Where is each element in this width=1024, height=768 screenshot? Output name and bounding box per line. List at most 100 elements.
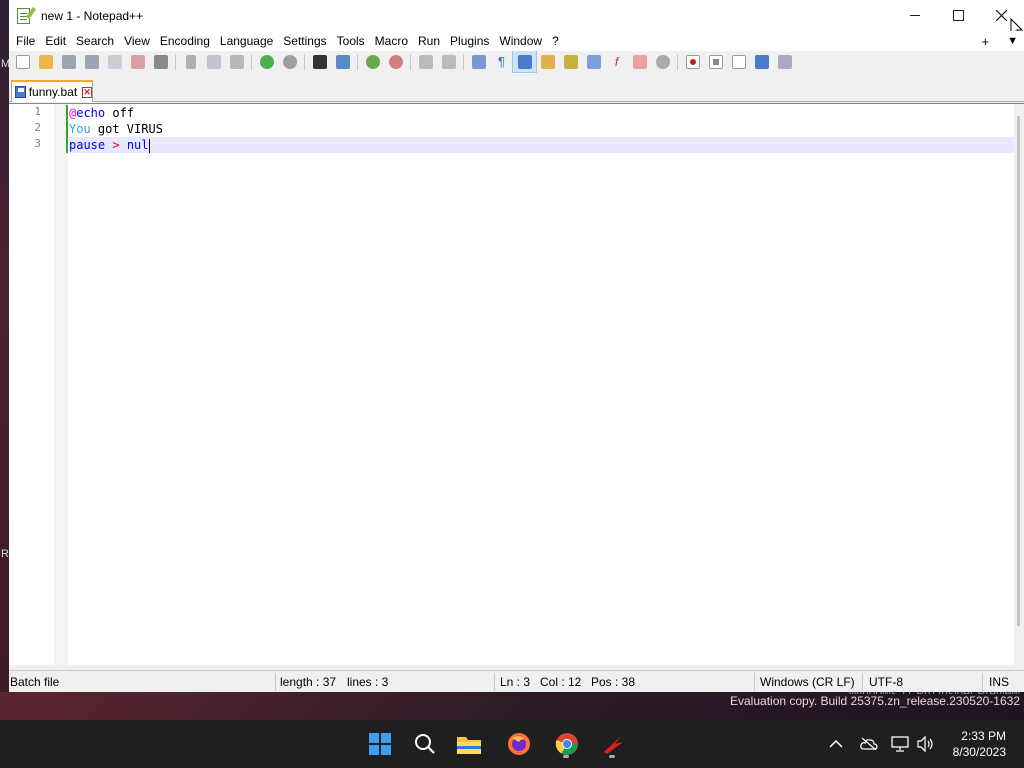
toolbar-separator [677, 53, 678, 70]
redo-icon[interactable] [278, 51, 301, 72]
tab-list-dropdown[interactable]: ▼ [1007, 35, 1018, 47]
search-icon[interactable] [409, 728, 441, 760]
menu-help[interactable]: ? [547, 31, 564, 51]
folder-workspace-icon[interactable] [628, 51, 651, 72]
indent-guide-icon[interactable] [512, 50, 537, 73]
status-separator [275, 673, 276, 691]
code-token: got VIRUS [90, 122, 163, 136]
doc-list-icon[interactable] [582, 51, 605, 72]
notepad-app-icon[interactable] [15, 6, 37, 25]
notepad-plus-plus-window: new 1 - Notepad++ File Edit Search View … [9, 0, 1024, 692]
network-icon[interactable] [891, 720, 909, 768]
notepad-plus-plus-icon[interactable] [597, 728, 629, 760]
system-clock[interactable]: 2:33 PM 8/30/2023 [953, 728, 1006, 760]
status-file-type: Batch file [10, 675, 60, 689]
monitoring-icon[interactable] [651, 51, 674, 72]
toolbar-separator [175, 53, 176, 70]
save-macro-icon[interactable] [773, 51, 796, 72]
udl-icon[interactable] [536, 51, 559, 72]
status-line-number: Ln : 3 [500, 675, 531, 689]
cut-icon[interactable] [179, 51, 202, 72]
sync-vertical-icon[interactable] [414, 51, 437, 72]
save-icon[interactable] [57, 51, 80, 72]
menu-encoding[interactable]: Encoding [155, 31, 215, 51]
run-macro-multiple-icon[interactable] [750, 51, 773, 72]
function-list-icon[interactable]: f [605, 51, 628, 72]
saved-file-icon [15, 86, 26, 98]
print-icon[interactable] [149, 51, 172, 72]
show-all-chars-icon[interactable]: ¶ [490, 51, 513, 72]
code-line[interactable]: You got VIRUS [69, 121, 1014, 137]
doc-map-icon[interactable] [559, 51, 582, 72]
menu-file[interactable]: File [11, 31, 40, 51]
desktop-edge: M R [0, 0, 10, 692]
tab-close-icon[interactable]: ✕ [82, 86, 92, 98]
tab-funny-bat[interactable]: funny.bat ✕ [11, 80, 93, 102]
menu-language[interactable]: Language [215, 31, 278, 51]
taskbar: 2:33 PM 8/30/2023 [0, 720, 1024, 768]
minimize-button[interactable] [892, 0, 938, 31]
close-all-icon[interactable] [126, 51, 149, 72]
firefox-icon[interactable] [503, 728, 535, 760]
menu-window[interactable]: Window [494, 31, 547, 51]
fold-margin[interactable] [54, 104, 68, 665]
new-tab-button[interactable]: + [982, 34, 990, 49]
toolbar-separator [463, 53, 464, 70]
line-number: 1 [34, 105, 41, 118]
vertical-scrollbar[interactable] [1014, 104, 1024, 665]
desktop-edge-letter: R [1, 548, 9, 560]
undo-icon[interactable] [255, 51, 278, 72]
find-icon[interactable] [308, 51, 331, 72]
menu-view[interactable]: View [119, 31, 155, 51]
tab-bar: funny.bat ✕ [9, 78, 1024, 102]
menu-edit[interactable]: Edit [40, 31, 71, 51]
toolbar-separator [304, 53, 305, 70]
toolbar: ¶ f [9, 50, 1024, 73]
file-explorer-icon[interactable] [453, 728, 485, 760]
stop-macro-icon[interactable] [704, 51, 727, 72]
close-icon[interactable] [103, 51, 126, 72]
copy-icon[interactable] [202, 51, 225, 72]
editor-area[interactable]: 1 2 3 @echo off You got VIRUS pause > nul [9, 103, 1024, 665]
line-number: 2 [34, 121, 41, 134]
windows-watermark: Windows 11 Pro Insider Preview Evaluatio… [730, 686, 1020, 708]
save-all-icon[interactable] [80, 51, 103, 72]
record-macro-icon[interactable] [681, 51, 704, 72]
status-separator [494, 673, 495, 691]
status-column: Col : 12 [540, 675, 582, 689]
play-macro-icon[interactable] [727, 51, 750, 72]
menu-tools[interactable]: Tools [332, 31, 370, 51]
chrome-icon[interactable] [551, 728, 583, 760]
code-token: echo [76, 106, 106, 120]
title-bar[interactable]: new 1 - Notepad++ [9, 0, 1024, 39]
menu-plugins[interactable]: Plugins [445, 31, 494, 51]
zoom-out-icon[interactable] [384, 51, 407, 72]
menu-search[interactable]: Search [71, 31, 119, 51]
running-indicator [609, 755, 615, 758]
new-file-icon[interactable] [11, 51, 34, 72]
menu-macro[interactable]: Macro [370, 31, 413, 51]
menu-settings[interactable]: Settings [278, 31, 331, 51]
maximize-button[interactable] [935, 0, 981, 31]
status-length: length : 37 [280, 675, 337, 689]
sync-horizontal-icon[interactable] [437, 51, 460, 72]
watermark-build: Evaluation copy. Build 25375.zn_release.… [730, 694, 1020, 708]
tab-label: funny.bat [28, 85, 78, 99]
paste-icon[interactable] [225, 51, 248, 72]
open-file-icon[interactable] [34, 51, 57, 72]
code-token: nul [126, 138, 149, 152]
volume-icon[interactable] [916, 720, 934, 768]
start-icon[interactable] [364, 728, 396, 760]
code-line[interactable]: pause > nul [69, 137, 1014, 153]
code-token: > [112, 138, 120, 152]
show-hidden-icons[interactable] [829, 720, 843, 768]
onedrive-offline-icon[interactable] [860, 720, 878, 768]
window-title: new 1 - Notepad++ [41, 8, 144, 23]
replace-icon[interactable] [331, 51, 354, 72]
clock-time: 2:33 PM [961, 729, 1006, 743]
zoom-in-icon[interactable] [361, 51, 384, 72]
menu-run[interactable]: Run [413, 31, 445, 51]
word-wrap-icon[interactable] [467, 51, 490, 72]
code-line[interactable]: @echo off [69, 105, 1014, 121]
